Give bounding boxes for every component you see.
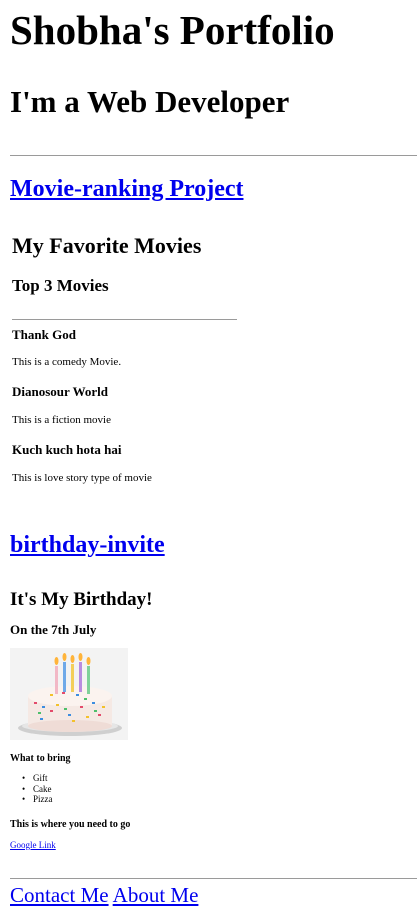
movie-title: Thank God [12, 327, 76, 342]
contact-me-link[interactable]: Contact Me [10, 883, 109, 907]
cake-icon [10, 648, 128, 740]
movie-description: This is a comedy Movie. [12, 356, 122, 368]
about-me-link[interactable]: About Me [113, 883, 199, 907]
top-movies-subheading: Top 3 Movies [12, 276, 109, 295]
movie-description: This is love story type of movie [12, 472, 152, 484]
page-title: Shobha's Portfolio [10, 7, 335, 53]
movies-divider [12, 319, 237, 320]
footer-divider [10, 878, 417, 879]
role-heading: I'm a Web Developer [10, 84, 290, 119]
birthday-invite-link[interactable]: birthday-invite [10, 531, 165, 559]
location-heading: This is where you need to go [10, 819, 131, 830]
movie-title: Dianosour World [12, 384, 108, 399]
movie-project-link[interactable]: Movie-ranking Project [10, 175, 244, 203]
bring-list: Gift Cake Pizza [22, 773, 53, 805]
birthday-date: On the 7th July [10, 622, 97, 637]
birthday-cake-image [10, 648, 128, 740]
list-item: Pizza [22, 794, 53, 805]
birthday-heading: It's My Birthday! [10, 589, 153, 610]
list-item: Gift [22, 773, 53, 784]
bring-heading: What to bring [10, 753, 71, 764]
list-item: Cake [22, 784, 53, 795]
divider [10, 155, 417, 156]
movie-description: This is a fiction movie [12, 414, 111, 426]
movie-title: Kuch kuch hota hai [12, 442, 122, 457]
movies-heading: My Favorite Movies [12, 233, 202, 258]
google-map-link[interactable]: Google Link [10, 839, 56, 851]
footer-nav: Contact Me About Me [10, 882, 198, 908]
